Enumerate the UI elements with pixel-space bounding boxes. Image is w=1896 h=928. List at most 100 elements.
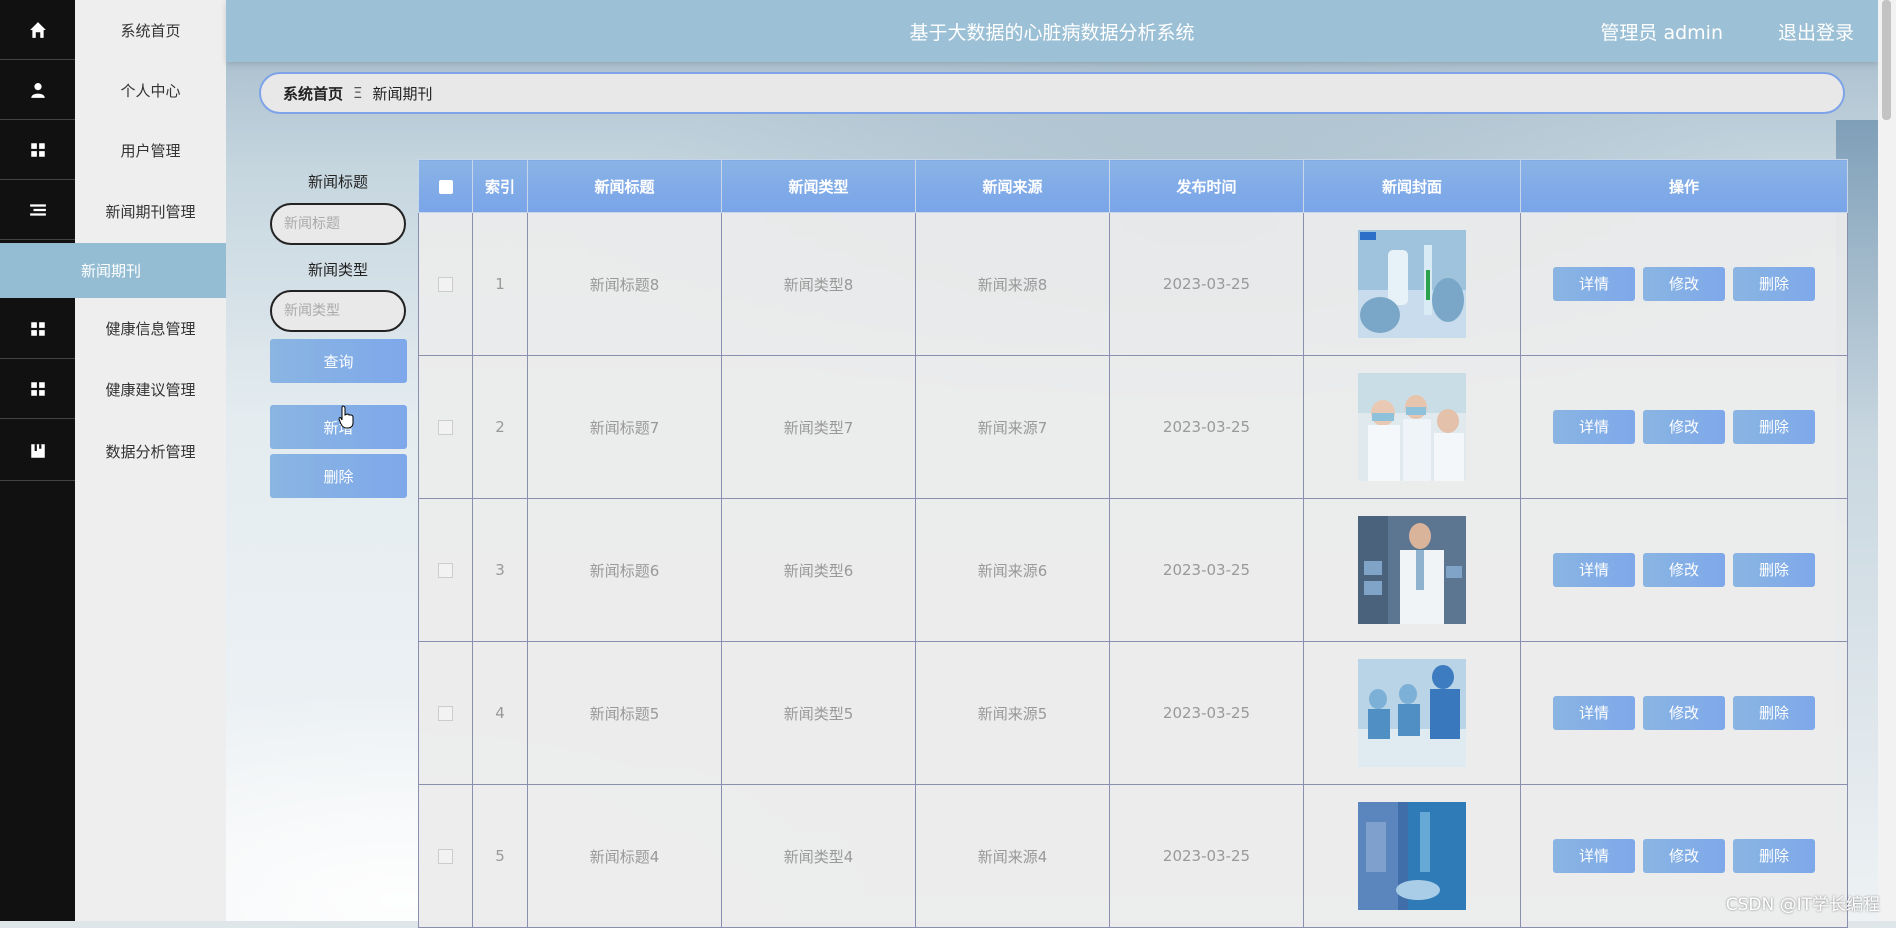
- list-icon: [29, 203, 46, 216]
- sidebar-item-users[interactable]: 用户管理: [75, 120, 226, 180]
- breadcrumb-current: 新闻期刊: [372, 84, 433, 103]
- cell-title: 新闻标题5: [527, 641, 722, 785]
- column-header-cover: 新闻封面: [1303, 159, 1521, 213]
- breadcrumb-home-link[interactable]: 系统首页: [283, 83, 343, 104]
- cell-cover: [1303, 784, 1521, 928]
- edit-button[interactable]: 修改: [1643, 696, 1725, 730]
- sidebar-item-health-info[interactable]: 健康信息管理: [75, 298, 226, 358]
- cell-cover: [1303, 355, 1521, 499]
- delete-button[interactable]: 删除: [1733, 410, 1815, 444]
- table-row: 3 新闻标题6 新闻类型6 新闻来源6 2023-03-25 详情 修改 删除: [418, 498, 1848, 642]
- edit-button[interactable]: 修改: [1643, 839, 1725, 873]
- table-header-row: 索引 新闻标题 新闻类型 新闻来源 发布时间 新闻封面 操作: [418, 159, 1848, 213]
- cell-date: 2023-03-25: [1109, 355, 1304, 499]
- cell-type: 新闻类型4: [721, 784, 916, 928]
- table-row: 5 新闻标题4 新闻类型4 新闻来源4 2023-03-25 详情 修改 删除: [418, 784, 1848, 928]
- scrollbar-thumb[interactable]: [1882, 0, 1891, 120]
- table-row: 4 新闻标题5 新闻类型5 新闻来源5 2023-03-25 详情 修改 删除: [418, 641, 1848, 785]
- row-checkbox[interactable]: [418, 355, 473, 499]
- row-checkbox[interactable]: [418, 498, 473, 642]
- user-icon: [30, 82, 45, 98]
- type-filter-label: 新闻类型: [307, 261, 368, 279]
- hand-cursor-icon: [338, 405, 354, 429]
- cell-type: 新闻类型6: [721, 498, 916, 642]
- cell-title: 新闻标题8: [527, 212, 722, 356]
- chart-icon: [30, 443, 45, 458]
- cell-type: 新闻类型5: [721, 641, 916, 785]
- news-table: 索引 新闻标题 新闻类型 新闻来源 发布时间 新闻封面 操作 1 新闻标题8 新…: [418, 159, 1848, 928]
- grid-icon: [30, 381, 45, 396]
- detail-button[interactable]: 详情: [1553, 410, 1635, 444]
- cell-type: 新闻类型7: [721, 355, 916, 499]
- title-filter-input[interactable]: [270, 203, 406, 245]
- cell-actions: 详情 修改 删除: [1520, 355, 1848, 499]
- detail-button[interactable]: 详情: [1553, 839, 1635, 873]
- detail-button[interactable]: 详情: [1553, 267, 1635, 301]
- row-checkbox[interactable]: [418, 212, 473, 356]
- type-filter-input[interactable]: [270, 290, 406, 332]
- column-header-index: 索引: [472, 159, 528, 213]
- sidebar-item-health-advice[interactable]: 健康建议管理: [75, 359, 226, 419]
- rail-grid-icon[interactable]: [0, 359, 75, 419]
- cell-actions: 详情 修改 删除: [1520, 498, 1848, 642]
- news-cover-image: [1358, 516, 1466, 624]
- breadcrumb: 系统首页 Ξ 新闻期刊: [259, 72, 1845, 114]
- select-all-checkbox[interactable]: [418, 159, 473, 213]
- edit-button[interactable]: 修改: [1643, 410, 1725, 444]
- sidebar-item-news-management[interactable]: 新闻期刊管理: [75, 181, 226, 241]
- rail-grid-icon[interactable]: [0, 299, 75, 359]
- cell-date: 2023-03-25: [1109, 498, 1304, 642]
- current-user: 管理员 admin: [1600, 22, 1723, 44]
- cell-date: 2023-03-25: [1109, 784, 1304, 928]
- column-header-type: 新闻类型: [721, 159, 916, 213]
- top-header: 基于大数据的心脏病数据分析系统 管理员 admin 退出登录: [226, 0, 1878, 62]
- sidebar-subitem-news[interactable]: 新闻期刊: [0, 243, 226, 298]
- cell-title: 新闻标题4: [527, 784, 722, 928]
- cell-index: 4: [472, 641, 528, 785]
- detail-button[interactable]: 详情: [1553, 696, 1635, 730]
- cell-index: 2: [472, 355, 528, 499]
- news-cover-image: [1358, 802, 1466, 910]
- rail-list-icon[interactable]: [0, 180, 75, 240]
- detail-button[interactable]: 详情: [1553, 553, 1635, 587]
- cell-cover: [1303, 212, 1521, 356]
- rail-grid-icon[interactable]: [0, 120, 75, 180]
- sidebar-item-data-analysis[interactable]: 数据分析管理: [75, 421, 226, 481]
- column-header-source: 新闻来源: [915, 159, 1110, 213]
- edit-button[interactable]: 修改: [1643, 267, 1725, 301]
- title-filter-label: 新闻标题: [307, 173, 368, 191]
- cell-source: 新闻来源5: [915, 641, 1110, 785]
- column-header-date: 发布时间: [1109, 159, 1304, 213]
- grid-icon: [30, 321, 45, 336]
- cell-index: 3: [472, 498, 528, 642]
- scrollbar-track[interactable]: [1878, 0, 1896, 921]
- row-checkbox[interactable]: [418, 641, 473, 785]
- cell-source: 新闻来源7: [915, 355, 1110, 499]
- sidebar-item-home[interactable]: 系统首页: [75, 0, 226, 60]
- delete-button[interactable]: 删除: [1733, 267, 1815, 301]
- rail-home-icon[interactable]: [0, 0, 75, 60]
- cell-cover: [1303, 498, 1521, 642]
- rail-chart-icon[interactable]: [0, 421, 75, 481]
- breadcrumb-separator: Ξ: [353, 84, 363, 102]
- table-row: 2 新闻标题7 新闻类型7 新闻来源7 2023-03-25 详情 修改 删除: [418, 355, 1848, 499]
- cell-index: 5: [472, 784, 528, 928]
- delete-button[interactable]: 删除: [1733, 553, 1815, 587]
- cell-source: 新闻来源4: [915, 784, 1110, 928]
- cell-actions: 详情 修改 删除: [1520, 212, 1848, 356]
- delete-button[interactable]: 删除: [1733, 696, 1815, 730]
- news-cover-image: [1358, 659, 1466, 767]
- row-checkbox[interactable]: [418, 784, 473, 928]
- batch-delete-button[interactable]: 删除: [270, 454, 407, 498]
- home-icon: [29, 21, 46, 38]
- query-button[interactable]: 查询: [270, 339, 407, 383]
- grid-icon: [30, 142, 45, 157]
- delete-button[interactable]: 删除: [1733, 839, 1815, 873]
- logout-link[interactable]: 退出登录: [1778, 18, 1854, 45]
- sidebar-item-profile[interactable]: 个人中心: [75, 60, 226, 120]
- news-cover-image: [1358, 230, 1466, 338]
- cell-date: 2023-03-25: [1109, 212, 1304, 356]
- edit-button[interactable]: 修改: [1643, 553, 1725, 587]
- rail-user-icon[interactable]: [0, 60, 75, 120]
- column-header-actions: 操作: [1520, 159, 1848, 213]
